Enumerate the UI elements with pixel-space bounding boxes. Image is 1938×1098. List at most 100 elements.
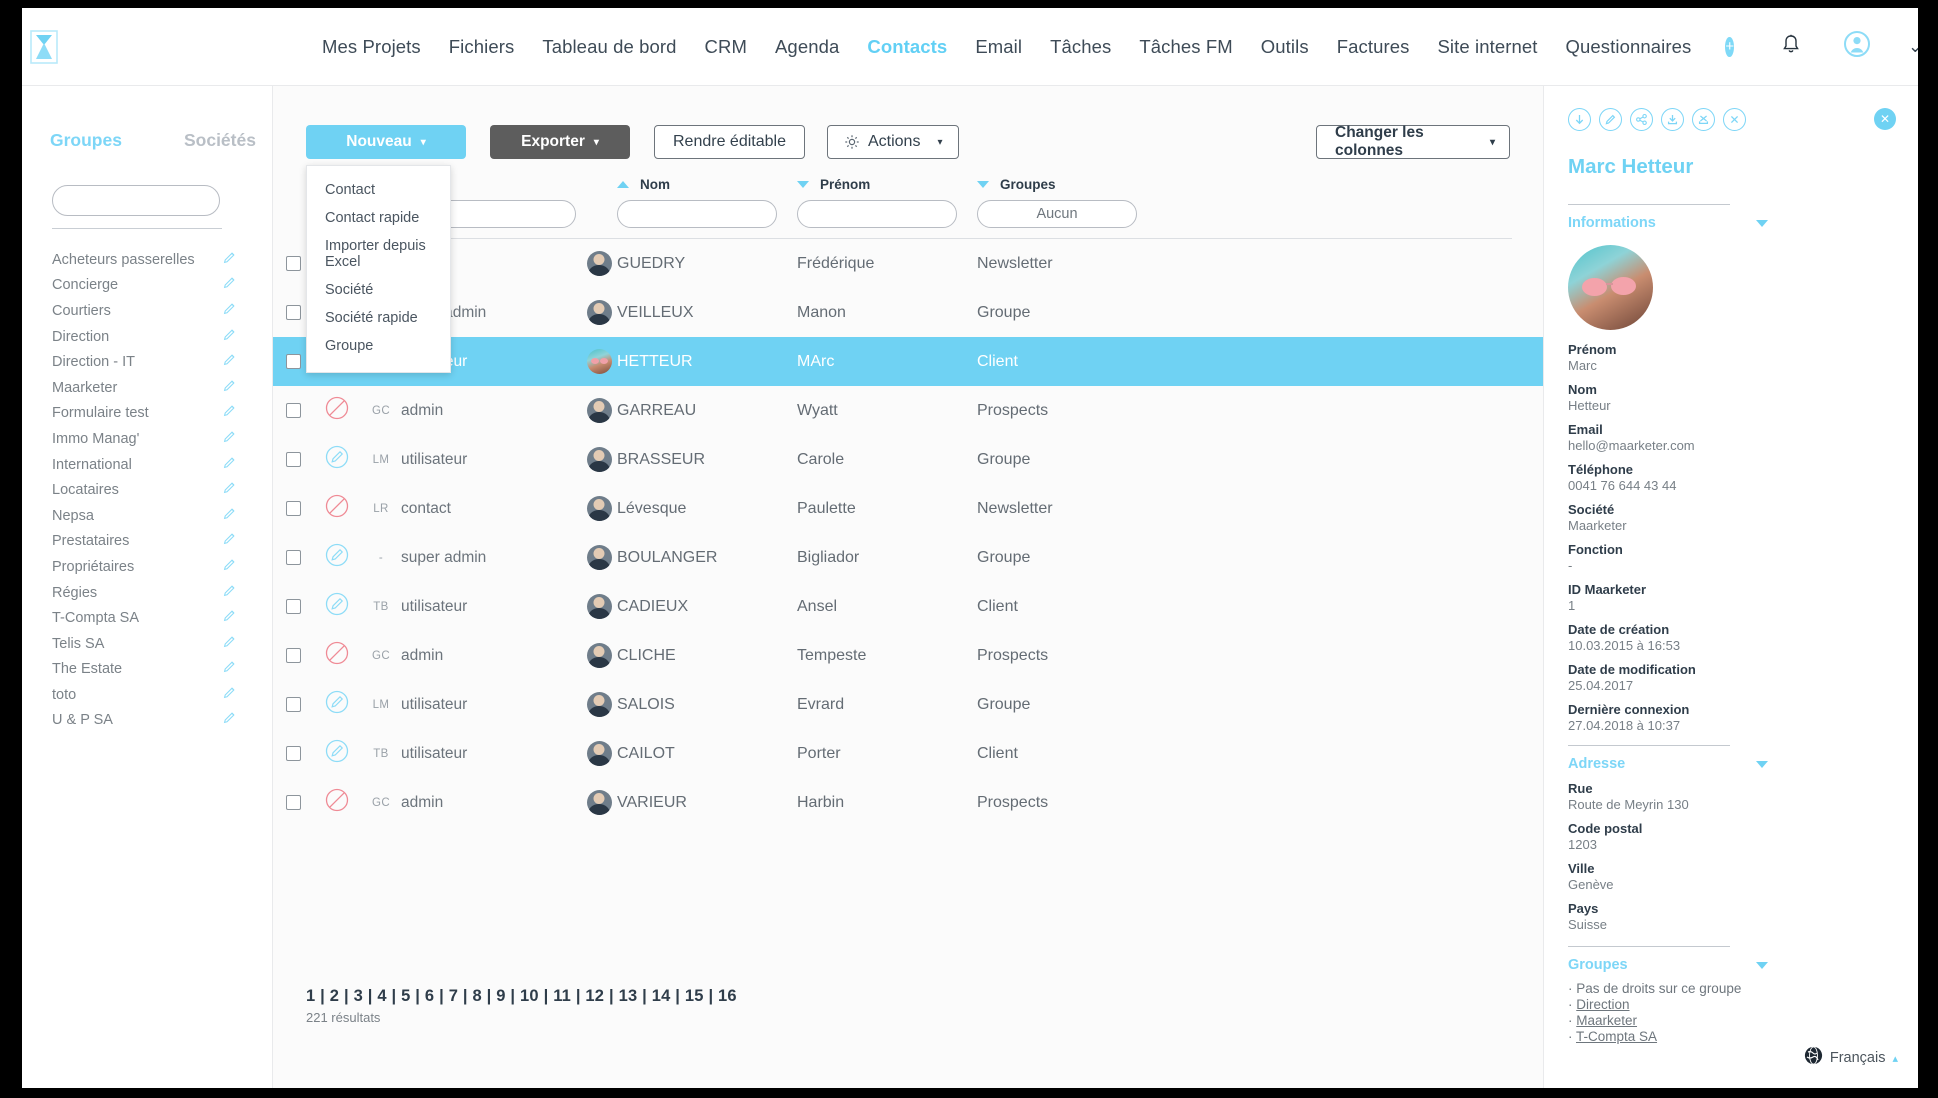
nav-item-email[interactable]: Email bbox=[961, 36, 1036, 58]
close-panel-button[interactable]: ✕ bbox=[1874, 108, 1896, 130]
edit-status-icon[interactable] bbox=[325, 592, 349, 621]
table-row[interactable]: TButilisateurHETTEURMArcClient bbox=[273, 337, 1543, 386]
row-checkbox[interactable] bbox=[285, 354, 301, 369]
pencil-icon[interactable] bbox=[222, 403, 237, 423]
edit-status-icon[interactable] bbox=[325, 739, 349, 768]
sidebar-group-item[interactable]: The Estate bbox=[22, 657, 272, 683]
sidebar-group-item[interactable]: T-Compta SA bbox=[22, 605, 272, 631]
table-row[interactable]: contactGUEDRYFrédériqueNewsletter bbox=[273, 239, 1543, 288]
blocked-status-icon[interactable] bbox=[325, 396, 349, 425]
edit-status-icon[interactable] bbox=[325, 543, 349, 572]
pencil-icon[interactable] bbox=[222, 557, 237, 577]
sidebar-search-input[interactable] bbox=[52, 185, 220, 216]
page-link-14[interactable]: 14 bbox=[652, 987, 671, 1005]
share-icon[interactable] bbox=[1630, 108, 1653, 131]
sidebar-group-item[interactable]: Concierge bbox=[22, 273, 272, 299]
sidebar-group-item[interactable]: Locataires bbox=[22, 477, 272, 503]
section-header-groupes[interactable]: Groupes bbox=[1568, 957, 1768, 973]
page-link-11[interactable]: 11 bbox=[553, 987, 571, 1005]
blocked-status-icon[interactable] bbox=[325, 788, 349, 817]
dropdown-item-importer-depuis-excel[interactable]: Importer depuis Excel bbox=[307, 232, 450, 276]
nav-item-factures[interactable]: Factures bbox=[1323, 36, 1424, 58]
sidebar-tab-societes[interactable]: Sociétés bbox=[184, 130, 256, 151]
nav-item-t-ches[interactable]: Tâches bbox=[1036, 36, 1125, 58]
row-checkbox[interactable] bbox=[285, 256, 301, 271]
row-checkbox[interactable] bbox=[285, 697, 301, 712]
pencil-icon[interactable] bbox=[222, 275, 237, 295]
edit-status-icon[interactable] bbox=[325, 445, 349, 474]
dropdown-item-soci-t-rapide[interactable]: Société rapide bbox=[307, 304, 450, 332]
pencil-icon[interactable] bbox=[222, 429, 237, 449]
page-link-1[interactable]: 1 bbox=[306, 987, 315, 1005]
nav-item-t-ches-fm[interactable]: Tâches FM bbox=[1125, 36, 1246, 58]
detail-group-link[interactable]: T-Compta SA bbox=[1576, 1029, 1657, 1044]
app-logo[interactable] bbox=[30, 29, 58, 65]
pencil-icon[interactable] bbox=[1599, 108, 1622, 131]
filter-nom-input[interactable] bbox=[617, 200, 777, 228]
sidebar-group-item[interactable]: Propriétaires bbox=[22, 554, 272, 580]
filter-groupes-input[interactable] bbox=[977, 200, 1137, 228]
archive-icon[interactable] bbox=[1692, 108, 1715, 131]
nav-item-questionnaires[interactable]: Questionnaires bbox=[1552, 36, 1706, 58]
page-link-8[interactable]: 8 bbox=[472, 987, 481, 1005]
sidebar-group-item[interactable]: Acheteurs passerelles bbox=[22, 247, 272, 273]
table-row[interactable]: LR contact Lévesque Paulette Newsletter bbox=[273, 484, 1543, 533]
table-row[interactable]: TB utilisateur CAILOT Porter Client bbox=[273, 729, 1543, 778]
pencil-icon[interactable] bbox=[222, 659, 237, 679]
changer-les-colonnes-button[interactable]: Changer les colonnes ▾ bbox=[1316, 124, 1510, 159]
sidebar-group-item[interactable]: Courtiers bbox=[22, 298, 272, 324]
row-checkbox[interactable] bbox=[285, 305, 301, 320]
sidebar-group-item[interactable]: Formulaire test bbox=[22, 401, 272, 427]
table-row[interactable]: GC admin VARIEUR Harbin Prospects bbox=[273, 778, 1543, 827]
pencil-icon[interactable] bbox=[222, 250, 237, 270]
blocked-status-icon[interactable] bbox=[325, 494, 349, 523]
nav-item-site-internet[interactable]: Site internet bbox=[1423, 36, 1551, 58]
detail-group-link[interactable]: Direction bbox=[1576, 997, 1629, 1012]
sidebar-group-item[interactable]: Maarketer bbox=[22, 375, 272, 401]
table-row[interactable]: GC admin GARREAU Wyatt Prospects bbox=[273, 386, 1543, 435]
sidebar-group-item[interactable]: Direction - IT bbox=[22, 349, 272, 375]
detail-group-link[interactable]: Maarketer bbox=[1576, 1013, 1637, 1028]
row-checkbox[interactable] bbox=[285, 452, 301, 467]
pencil-icon[interactable] bbox=[222, 608, 237, 628]
sidebar-group-item[interactable]: Prestataires bbox=[22, 529, 272, 555]
sidebar-group-item[interactable]: International bbox=[22, 452, 272, 478]
detail-group-item[interactable]: · Direction bbox=[1568, 997, 1918, 1012]
cancel-icon[interactable] bbox=[1723, 108, 1746, 131]
page-link-6[interactable]: 6 bbox=[425, 987, 434, 1005]
page-link-9[interactable]: 9 bbox=[496, 987, 505, 1005]
pencil-icon[interactable] bbox=[222, 301, 237, 321]
nav-item-mes-projets[interactable]: Mes Projets bbox=[308, 36, 435, 58]
nav-item-agenda[interactable]: Agenda bbox=[761, 36, 853, 58]
exporter-button[interactable]: Exporter ▾ bbox=[490, 125, 630, 159]
pencil-icon[interactable] bbox=[222, 531, 237, 551]
row-checkbox[interactable] bbox=[285, 501, 301, 516]
section-header-informations[interactable]: Informations bbox=[1568, 215, 1768, 231]
page-link-10[interactable]: 10 bbox=[520, 987, 539, 1005]
pencil-icon[interactable] bbox=[222, 480, 237, 500]
table-row[interactable]: - super admin BOULANGER Bigliador Groupe bbox=[273, 533, 1543, 582]
table-row[interactable]: LM utilisateur SALOIS Evrard Groupe bbox=[273, 680, 1543, 729]
save-icon[interactable] bbox=[1661, 108, 1684, 131]
pencil-icon[interactable] bbox=[222, 506, 237, 526]
pencil-icon[interactable] bbox=[222, 685, 237, 705]
nav-item-crm[interactable]: CRM bbox=[691, 36, 761, 58]
sidebar-group-item[interactable]: Direction bbox=[22, 324, 272, 350]
dropdown-item-soci-t[interactable]: Société bbox=[307, 276, 450, 304]
actions-button[interactable]: Actions ▾ bbox=[826, 125, 960, 159]
rendre-editable-button[interactable]: Rendre éditable bbox=[654, 125, 805, 159]
nav-item-fichiers[interactable]: Fichiers bbox=[435, 36, 529, 58]
sidebar-group-item[interactable]: Immo Manag' bbox=[22, 426, 272, 452]
pencil-icon[interactable] bbox=[222, 455, 237, 475]
page-link-7[interactable]: 7 bbox=[449, 987, 458, 1005]
row-checkbox[interactable] bbox=[285, 550, 301, 565]
language-selector[interactable]: Français ▴ bbox=[1804, 1046, 1898, 1070]
page-link-13[interactable]: 13 bbox=[619, 987, 638, 1005]
edit-status-icon[interactable] bbox=[325, 690, 349, 719]
notifications-bell-icon[interactable] bbox=[1782, 34, 1800, 59]
dropdown-item-contact[interactable]: Contact bbox=[307, 176, 450, 204]
sidebar-group-item[interactable]: Nepsa bbox=[22, 503, 272, 529]
sort-desc-icon[interactable] bbox=[977, 180, 989, 188]
page-link-16[interactable]: 16 bbox=[718, 987, 737, 1005]
sidebar-group-item[interactable]: Telis SA bbox=[22, 631, 272, 657]
